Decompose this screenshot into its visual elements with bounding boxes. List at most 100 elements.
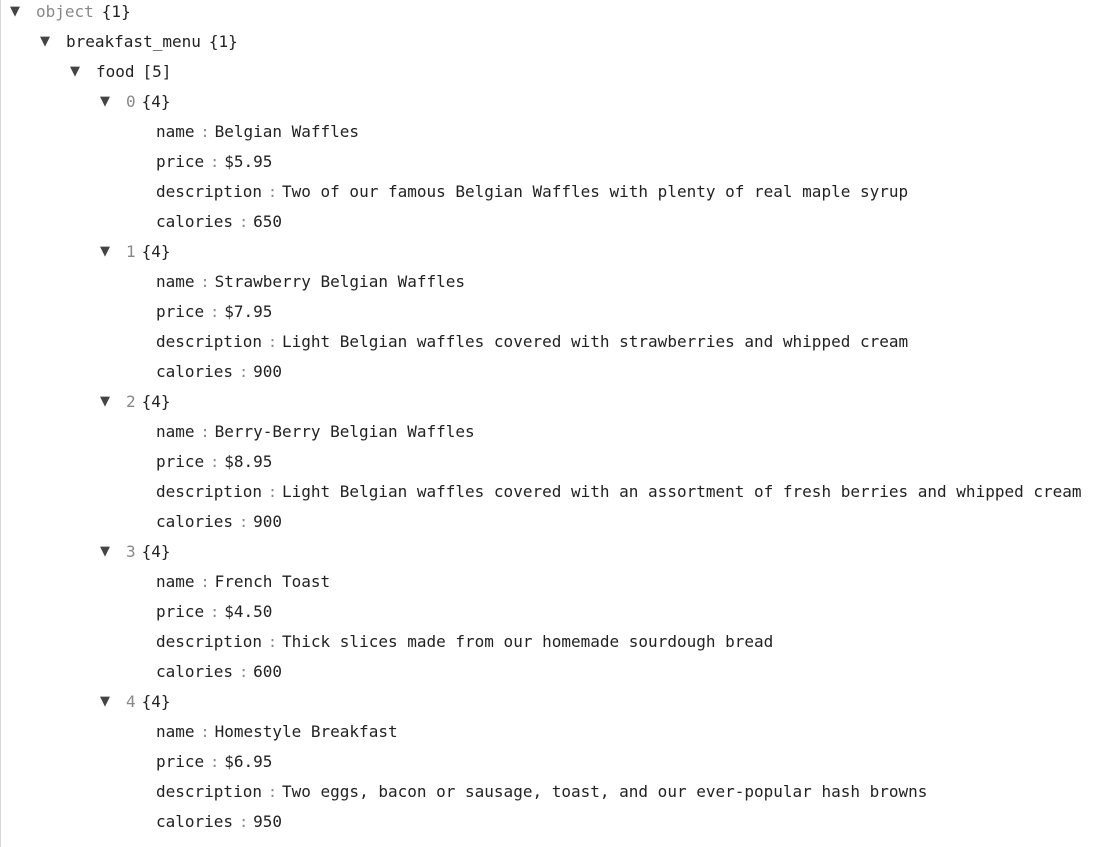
viewer-left-border <box>0 0 1 847</box>
node-index: 0 <box>126 92 136 111</box>
node-index: 2 <box>126 392 136 411</box>
node-index: 4 <box>126 692 136 711</box>
field-key: description <box>156 332 262 351</box>
field-value: Homestyle Breakfast <box>214 722 398 741</box>
field-value: 900 <box>253 512 282 531</box>
field-key: name <box>156 122 195 141</box>
field-row-description: description: Thick slices made from our h… <box>156 627 773 657</box>
node-key: object <box>36 2 94 21</box>
field-row-name: name: Homestyle Breakfast <box>156 717 398 747</box>
field-row-name: name: Belgian Waffles <box>156 117 359 147</box>
collapse-triangle-icon[interactable]: ▼ <box>100 540 114 564</box>
key-value-separator: : <box>267 633 277 651</box>
field-key: description <box>156 482 262 501</box>
field-value: $7.95 <box>224 302 273 321</box>
field-row-description: description: Light Belgian waffles covere… <box>156 477 1082 507</box>
field-value: 650 <box>253 212 282 231</box>
key-value-separator: : <box>210 753 220 771</box>
field-value: 950 <box>253 812 282 831</box>
field-row-calories: calories:900 <box>156 357 282 387</box>
field-key: name <box>156 272 195 291</box>
key-value-separator: : <box>200 723 210 741</box>
field-key: calories <box>156 812 234 831</box>
node-count: {4} <box>141 692 171 711</box>
key-value-separator: : <box>267 333 277 351</box>
field-key: calories <box>156 212 234 231</box>
field-key: price <box>156 602 205 621</box>
field-row-calories: calories:650 <box>156 207 282 237</box>
field-value: Light Belgian waffles covered with straw… <box>282 332 909 351</box>
field-value: Thick slices made from our homemade sour… <box>282 632 774 651</box>
node-count: {4} <box>141 242 171 261</box>
field-key: description <box>156 182 262 201</box>
tree-node-breakfast-menu[interactable]: ▼ breakfast_menu {1} <box>40 27 238 57</box>
node-index: 1 <box>126 242 136 261</box>
key-value-separator: : <box>210 303 220 321</box>
node-count: {1} <box>208 32 238 51</box>
field-key: name <box>156 572 195 591</box>
tree-node-food[interactable]: ▼ food [5] <box>70 57 171 87</box>
field-value: $4.50 <box>224 602 273 621</box>
field-row-description: description: Two eggs, bacon or sausage, … <box>156 777 927 807</box>
field-key: calories <box>156 362 234 381</box>
field-value: Strawberry Belgian Waffles <box>214 272 466 291</box>
field-row-price: price: $4.50 <box>156 597 272 627</box>
tree-node-item-0[interactable]: ▼ 0 {4} <box>100 87 171 117</box>
field-row-name: name: Berry-Berry Belgian Waffles <box>156 417 475 447</box>
key-value-separator: : <box>200 273 210 291</box>
key-value-separator: : <box>200 573 210 591</box>
key-value-separator: : <box>210 453 220 471</box>
key-value-separator: : <box>239 663 249 681</box>
tree-node-object[interactable]: ▼ object {1} <box>10 0 131 27</box>
field-key: calories <box>156 662 234 681</box>
field-value: 900 <box>253 362 282 381</box>
field-key: name <box>156 722 195 741</box>
key-value-separator: : <box>239 363 249 381</box>
field-row-calories: calories:950 <box>156 807 282 837</box>
field-key: description <box>156 782 262 801</box>
collapse-triangle-icon[interactable]: ▼ <box>70 60 84 84</box>
tree-node-item-4[interactable]: ▼ 4 {4} <box>100 687 171 717</box>
key-value-separator: : <box>200 123 210 141</box>
collapse-triangle-icon[interactable]: ▼ <box>10 0 24 24</box>
field-row-calories: calories:600 <box>156 657 282 687</box>
field-value: Two eggs, bacon or sausage, toast, and o… <box>282 782 928 801</box>
key-value-separator: : <box>239 513 249 531</box>
field-value: $8.95 <box>224 452 273 471</box>
field-value: $5.95 <box>224 152 273 171</box>
field-row-description: description: Light Belgian waffles covere… <box>156 327 908 357</box>
collapse-triangle-icon[interactable]: ▼ <box>100 690 114 714</box>
field-value: French Toast <box>214 572 331 591</box>
field-row-calories: calories:900 <box>156 507 282 537</box>
node-count: {4} <box>141 542 171 561</box>
key-value-separator: : <box>267 483 277 501</box>
node-count: {4} <box>141 392 171 411</box>
key-value-separator: : <box>200 423 210 441</box>
field-row-name: name: French Toast <box>156 567 330 597</box>
key-value-separator: : <box>239 213 249 231</box>
tree-node-item-3[interactable]: ▼ 3 {4} <box>100 537 171 567</box>
field-value: Berry-Berry Belgian Waffles <box>214 422 475 441</box>
field-value: Light Belgian waffles covered with an as… <box>282 482 1082 501</box>
field-row-price: price: $8.95 <box>156 447 272 477</box>
field-row-price: price: $7.95 <box>156 297 272 327</box>
field-key: price <box>156 152 205 171</box>
node-key: breakfast_menu <box>66 32 201 51</box>
field-row-price: price: $5.95 <box>156 147 272 177</box>
node-count: {4} <box>141 92 171 111</box>
field-value: Two of our famous Belgian Waffles with p… <box>282 182 909 201</box>
tree-node-item-1[interactable]: ▼ 1 {4} <box>100 237 171 267</box>
field-row-price: price: $6.95 <box>156 747 272 777</box>
field-key: description <box>156 632 262 651</box>
field-key: price <box>156 452 205 471</box>
key-value-separator: : <box>210 603 220 621</box>
field-row-description: description: Two of our famous Belgian Wa… <box>156 177 908 207</box>
key-value-separator: : <box>267 783 277 801</box>
collapse-triangle-icon[interactable]: ▼ <box>40 30 54 54</box>
collapse-triangle-icon[interactable]: ▼ <box>100 390 114 414</box>
collapse-triangle-icon[interactable]: ▼ <box>100 240 114 264</box>
tree-node-item-2[interactable]: ▼ 2 {4} <box>100 387 171 417</box>
collapse-triangle-icon[interactable]: ▼ <box>100 90 114 114</box>
field-key: calories <box>156 512 234 531</box>
field-key: name <box>156 422 195 441</box>
